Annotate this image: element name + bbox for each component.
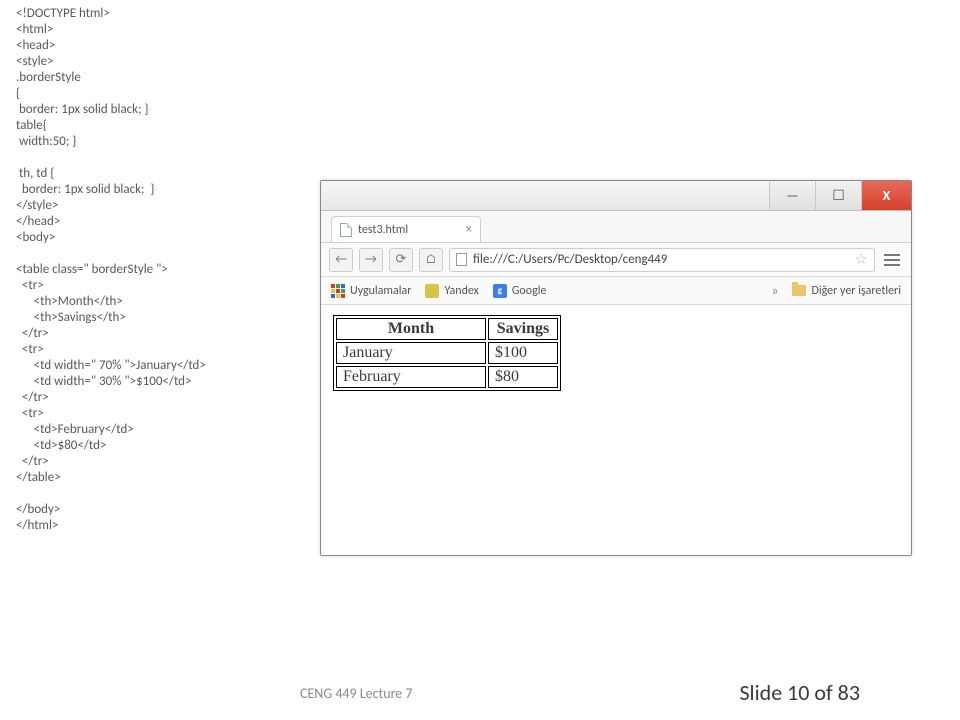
bookmark-label: Uygulamalar — [350, 284, 411, 298]
google-icon: g — [493, 284, 507, 298]
reload-button[interactable]: ⟳ — [389, 248, 413, 272]
forward-button[interactable]: → — [359, 248, 383, 272]
bookmark-label: Google — [512, 284, 547, 298]
table-header: Savings — [488, 318, 558, 340]
maximize-button[interactable]: ☐ — [815, 181, 861, 210]
table-row: Month Savings — [336, 318, 558, 340]
menu-icon[interactable] — [881, 249, 903, 271]
file-icon — [456, 253, 467, 266]
footer-lecture: CENG 449 Lecture 7 — [300, 685, 413, 702]
apps-icon — [331, 284, 345, 298]
bookmark-other[interactable]: Diğer yer işaretleri — [792, 284, 901, 298]
window-titlebar: — ☐ X — [321, 181, 911, 211]
tab-title: test3.html — [358, 223, 408, 237]
page-content: Month Savings January $100 February $80 — [321, 305, 911, 401]
tab-strip: test3.html × — [321, 211, 911, 243]
table-row: February $80 — [336, 366, 558, 388]
bookmark-star-icon[interactable]: ☆ — [855, 250, 868, 269]
table-cell: January — [336, 342, 486, 364]
bookmark-label: Diğer yer işaretleri — [811, 284, 901, 298]
address-bar[interactable]: file:///C:/Users/Pc/Desktop/ceng449 ☆ — [449, 248, 875, 272]
bookmark-apps[interactable]: Uygulamalar — [331, 284, 411, 298]
tab-close-icon[interactable]: × — [466, 222, 472, 237]
minimize-button[interactable]: — — [769, 181, 815, 210]
table-row: January $100 — [336, 342, 558, 364]
yandex-icon — [425, 284, 439, 298]
table-cell: $80 — [488, 366, 558, 388]
table-header: Month — [336, 318, 486, 340]
overflow-chevron-icon[interactable]: » — [771, 282, 778, 299]
bookmarks-bar: Uygulamalar Yandex g Google » Diğer yer … — [321, 277, 911, 305]
document-icon — [340, 223, 352, 237]
bookmark-yandex[interactable]: Yandex — [425, 284, 478, 298]
back-button[interactable]: ← — [329, 248, 353, 272]
footer-slide-number: Slide 10 of 83 — [739, 679, 860, 706]
bookmark-google[interactable]: g Google — [493, 284, 547, 298]
browser-window: — ☐ X test3.html × ← → ⟳ ⌂ file:///C:/Us… — [320, 180, 912, 556]
table-cell: February — [336, 366, 486, 388]
savings-table: Month Savings January $100 February $80 — [333, 315, 561, 391]
home-button[interactable]: ⌂ — [419, 248, 443, 272]
nav-toolbar: ← → ⟳ ⌂ file:///C:/Users/Pc/Desktop/ceng… — [321, 243, 911, 277]
browser-tab[interactable]: test3.html × — [331, 216, 481, 242]
folder-icon — [792, 285, 806, 296]
table-cell: $100 — [488, 342, 558, 364]
url-text: file:///C:/Users/Pc/Desktop/ceng449 — [473, 252, 667, 267]
close-button[interactable]: X — [861, 181, 911, 210]
html-source-code: <!DOCTYPE html> <html> <head> <style> .b… — [16, 6, 206, 534]
bookmark-label: Yandex — [444, 284, 478, 298]
